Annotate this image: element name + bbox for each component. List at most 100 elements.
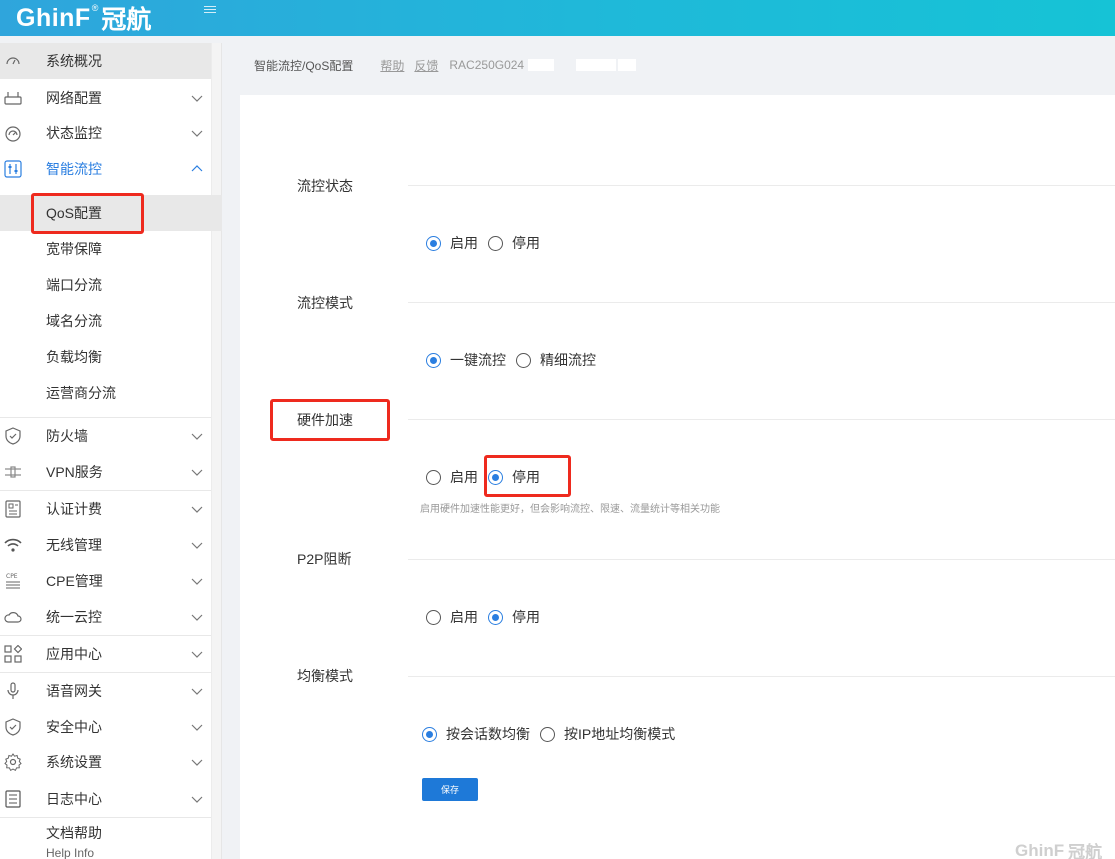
watermark-logo: GhinF 冠航 [1015, 838, 1102, 859]
radio-p2p-enable[interactable]: 启用 [426, 608, 478, 626]
sidebar-item-firewall[interactable]: 防火墙 [0, 418, 211, 454]
breadcrumb-path: 智能流控/QoS配置 [254, 58, 354, 73]
help-link[interactable]: 帮助 [380, 57, 404, 74]
sidebar-item-auth[interactable]: 认证计费 [0, 491, 211, 527]
radio-flow-status-enable[interactable]: 启用 [426, 234, 478, 252]
sidebar-item-label: 无线管理 [46, 537, 102, 553]
sidebar: 系统概况 网络配置 状态监控 智能流控 QoS配置 宽带保障 端口分流 域名分流… [0, 43, 222, 859]
sidebar-item-label: 系统设置 [46, 754, 102, 770]
logo-text-en: GhinF [16, 3, 91, 32]
sidebar-item-voice[interactable]: 语音网关 [0, 673, 211, 709]
chevron-down-icon [191, 542, 203, 549]
section-title-p2p-block: P2P阻断 [297, 551, 352, 567]
radio-balance-by-session[interactable]: 按会话数均衡 [422, 725, 530, 743]
vpn-icon [3, 463, 23, 481]
chevron-down-icon [191, 688, 203, 695]
chevron-down-icon [191, 796, 203, 803]
cpe-icon: CPE [3, 572, 23, 590]
section-title-flow-mode: 流控模式 [297, 295, 353, 311]
sidebar-item-monitor[interactable]: 状态监控 [0, 115, 211, 151]
chevron-down-icon [191, 130, 203, 137]
watermark-text-cn: 冠航 [1068, 843, 1103, 859]
chevron-down-icon [191, 433, 203, 440]
radio-flow-mode-one-click[interactable]: 一键流控 [426, 351, 506, 369]
watermark-text-en: GhinF [1015, 840, 1065, 859]
router-icon [3, 89, 23, 107]
redaction-mask [528, 59, 555, 71]
sidebar-subitem-label: 域名分流 [46, 313, 102, 329]
chevron-down-icon [191, 614, 203, 621]
radio-group-balance-mode: 按会话数均衡 按IP地址均衡模式 [422, 724, 685, 744]
sidebar-subitem-label: 运营商分流 [46, 385, 116, 401]
sidebar-subitem-isp-split[interactable]: 运营商分流 [0, 375, 222, 411]
sidebar-item-label: CPE管理 [46, 573, 103, 589]
chevron-down-icon [191, 651, 203, 658]
sidebar-subitem-label: 宽带保障 [46, 241, 102, 257]
feedback-link[interactable]: 反馈 [414, 57, 438, 74]
sidebar-subitem-bandwidth[interactable]: 宽带保障 [0, 231, 222, 267]
sidebar-item-label: 应用中心 [46, 646, 102, 662]
sidebar-subitem-domain-split[interactable]: 域名分流 [0, 303, 222, 339]
hardware-accel-hint: 启用硬件加速性能更好，但会影响流控、限速、流量统计等相关功能 [420, 504, 720, 515]
gauge-icon [3, 124, 23, 142]
radio-p2p-disable[interactable]: 停用 [488, 608, 540, 626]
redaction-mask [618, 59, 637, 71]
redaction-mask [576, 59, 617, 71]
section-divider [408, 302, 1115, 303]
menu-toggle-icon[interactable] [204, 6, 216, 18]
sidebar-item-vpn[interactable]: VPN服务 [0, 454, 211, 490]
sidebar-item-label: 网络配置 [46, 90, 102, 106]
sidebar-subitem-label: 端口分流 [46, 277, 102, 293]
sidebar-subitem-qos[interactable]: QoS配置 [0, 195, 222, 231]
sidebar-item-cpe[interactable]: CPE CPE管理 [0, 563, 211, 599]
wifi-icon [3, 536, 23, 554]
sidebar-item-settings[interactable]: 系统设置 [0, 744, 211, 780]
brand-logo: GhinF ® 冠航 [16, 2, 151, 34]
chevron-down-icon [191, 95, 203, 102]
shield-check-icon [3, 718, 23, 736]
logo-registered-mark: ® [91, 3, 99, 13]
radio-flow-status-disable[interactable]: 停用 [488, 234, 540, 252]
sidebar-subitem-label: 负载均衡 [46, 349, 102, 365]
microphone-icon [3, 682, 23, 700]
sidebar-subitem-label: QoS配置 [46, 205, 103, 221]
sidebar-scrollbar[interactable] [211, 43, 221, 859]
chevron-down-icon [191, 469, 203, 476]
sidebar-item-docs[interactable]: 文档帮助 [0, 815, 211, 851]
sidebar-item-label: 智能流控 [46, 161, 102, 177]
chevron-down-icon [191, 578, 203, 585]
sidebar-item-network[interactable]: 网络配置 [0, 80, 211, 116]
sidebar-item-overview[interactable]: 系统概况 [0, 43, 211, 79]
sidebar-item-wireless[interactable]: 无线管理 [0, 527, 211, 563]
auth-icon [3, 500, 23, 518]
sidebar-item-label: 日志中心 [46, 791, 102, 807]
chevron-down-icon [191, 759, 203, 766]
sidebar-item-label: 状态监控 [46, 125, 102, 141]
sidebar-subitem-load-balance[interactable]: 负载均衡 [0, 339, 222, 375]
sidebar-item-security[interactable]: 安全中心 [0, 709, 211, 745]
radio-balance-by-ip[interactable]: 按IP地址均衡模式 [540, 725, 675, 743]
save-button[interactable]: 保存 [422, 778, 478, 801]
sidebar-item-apps[interactable]: 应用中心 [0, 636, 211, 672]
radio-group-flow-mode: 一键流控 精细流控 [426, 350, 606, 370]
sidebar-item-cloud[interactable]: 统一云控 [0, 599, 211, 635]
sidebar-item-label: 文档帮助 [46, 825, 102, 841]
sidebar-item-label: 安全中心 [46, 719, 102, 735]
sidebar-item-logs[interactable]: 日志中心 [0, 781, 211, 817]
shield-icon [3, 427, 23, 445]
qos-config-form: 流控状态 启用 停用 流控模式 一键流控 精细流控 硬件加速 启用 停用 启用硬… [240, 95, 1115, 859]
radio-hardware-accel-enable[interactable]: 启用 [426, 468, 478, 486]
section-divider [408, 419, 1115, 420]
sidebar-item-flow-control[interactable]: 智能流控 [0, 151, 211, 187]
section-divider [408, 559, 1115, 560]
sidebar-item-label: VPN服务 [46, 464, 103, 480]
chevron-down-icon [191, 506, 203, 513]
breadcrumb: 智能流控/QoS配置 帮助 反馈 RAC250G024 [240, 50, 637, 80]
sidebar-item-label: 系统概况 [46, 53, 102, 69]
cloud-icon [3, 608, 23, 626]
radio-flow-mode-fine[interactable]: 精细流控 [516, 351, 596, 369]
radio-hardware-accel-disable[interactable]: 停用 [488, 468, 540, 486]
sidebar-item-label: 语音网关 [46, 683, 102, 699]
sidebar-item-label: 统一云控 [46, 609, 102, 625]
sidebar-subitem-port-split[interactable]: 端口分流 [0, 267, 222, 303]
